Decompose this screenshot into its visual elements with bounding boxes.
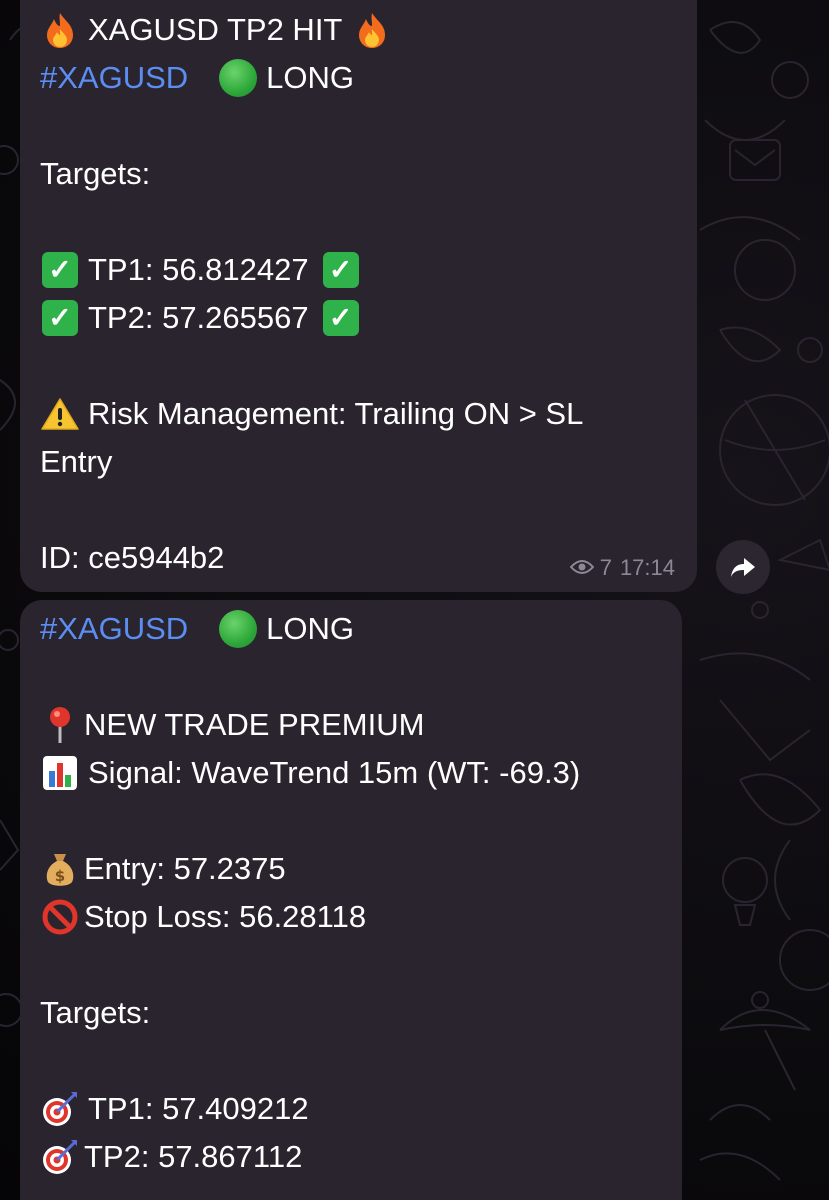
fire-icon <box>352 10 392 50</box>
tp1-line: TP1: 57.409212 <box>40 1085 682 1133</box>
check-mark-button-icon: ✓ <box>321 250 361 290</box>
direction-label: LONG <box>266 60 355 95</box>
risk-line: Risk Management: Trailing ON > SL <box>40 390 697 438</box>
message-time: 17:14 <box>619 555 675 580</box>
direct-hit-icon <box>40 1089 80 1129</box>
eye-icon <box>569 554 595 582</box>
signal-text: Signal: WaveTrend 15m (WT: -69.3) <box>88 755 581 790</box>
new-trade-line: NEW TRADE PREMIUM <box>40 701 682 749</box>
message-title: XAGUSD TP2 HIT <box>88 12 343 47</box>
share-arrow-icon <box>731 558 755 577</box>
tp2-value: TP2: 57.265567 <box>88 300 309 335</box>
svg-text:$: $ <box>55 867 65 885</box>
entry-text: Entry: 57.2375 <box>84 851 286 886</box>
targets-label: Targets: <box>40 156 151 191</box>
symbol-line: #XAGUSD LONG <box>40 605 682 653</box>
targets-label: Targets: <box>40 995 151 1030</box>
bar-chart-icon <box>40 753 80 793</box>
tp1-line: ✓ TP1: 56.812427 ✓ <box>40 246 697 294</box>
check-mark-button-icon: ✓ <box>321 298 361 338</box>
round-pushpin-icon <box>40 705 80 745</box>
warning-icon <box>40 394 80 434</box>
entry-line: $ Entry: 57.2375 <box>40 845 682 893</box>
stop-loss-text: Stop Loss: 56.28118 <box>84 899 367 934</box>
chat-view: XAGUSD TP2 HIT #XAGUSD LONG Targets: ✓ T… <box>0 0 829 1200</box>
check-mark-button-icon: ✓ <box>40 250 80 290</box>
new-trade-text: NEW TRADE PREMIUM <box>84 707 425 742</box>
risk-text-continued: Entry <box>40 444 113 479</box>
direct-hit-icon <box>40 1137 80 1177</box>
green-circle-icon <box>218 609 258 649</box>
signal-line: Signal: WaveTrend 15m (WT: -69.3) <box>40 749 682 797</box>
direction-label: LONG <box>266 611 355 646</box>
risk-text: Risk Management: Trailing ON > SL <box>88 396 584 431</box>
tp2-line: TP2: 57.867112 <box>40 1133 682 1181</box>
share-button[interactable] <box>716 540 770 594</box>
tp2-line: ✓ TP2: 57.265567 ✓ <box>40 294 697 342</box>
message-title-line: XAGUSD TP2 HIT <box>40 6 697 54</box>
tp1-value: TP1: 56.812427 <box>88 252 309 287</box>
tp1-value: TP1: 57.409212 <box>88 1091 309 1126</box>
hashtag-link[interactable]: #XAGUSD <box>40 54 188 102</box>
symbol-line: #XAGUSD LONG <box>40 54 697 102</box>
hashtag-link[interactable]: #XAGUSD <box>40 605 188 653</box>
message-meta: 7 17:14 <box>569 554 675 582</box>
fire-icon <box>40 10 80 50</box>
message-bubble-new-trade: #XAGUSD LONG NEW TRADE PREMIUM Signal: W… <box>20 600 682 1200</box>
check-mark-button-icon: ✓ <box>40 298 80 338</box>
stop-loss-line: Stop Loss: 56.28118 <box>40 893 682 941</box>
money-bag-icon: $ <box>40 849 80 889</box>
prohibited-icon <box>40 897 80 937</box>
tp2-value: TP2: 57.867112 <box>84 1139 303 1174</box>
green-circle-icon <box>218 58 258 98</box>
view-count: 7 <box>599 555 612 580</box>
message-bubble-tp-hit: XAGUSD TP2 HIT #XAGUSD LONG Targets: ✓ T… <box>20 0 697 592</box>
